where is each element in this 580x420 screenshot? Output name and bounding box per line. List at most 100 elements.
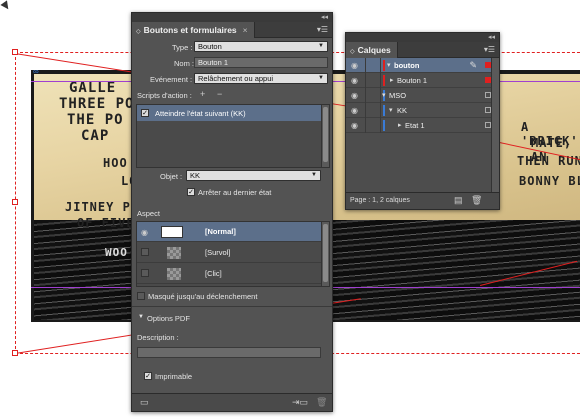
layer-color (383, 60, 385, 71)
pdf-options-label[interactable]: Options PDF (147, 314, 190, 323)
layer-name: KK (397, 106, 408, 115)
layers-status: Page : 1, 2 calques (350, 197, 410, 204)
layer-row-mso[interactable]: ◉ ▾ MSO (346, 88, 499, 103)
link-icon: ∞ (33, 67, 39, 76)
layer-name: Etat 1 (405, 121, 425, 130)
chevron-right-icon[interactable]: ▸ (390, 76, 394, 84)
convert-icon[interactable]: ⇥▭ (292, 397, 308, 408)
eye-icon[interactable]: ◉ (141, 228, 148, 237)
preview-icon[interactable]: ▭ (140, 397, 149, 408)
layers-list: ◉ ▾ bouton ✎ ◉ ▸ Bouton 1 ◉ ▾ MSO ◉ ▾ KK… (346, 58, 499, 194)
layer-row-kk[interactable]: ◉ ▾ KK (346, 103, 499, 118)
chevron-down-icon: ▼ (318, 75, 324, 81)
tab-title: Calques (357, 45, 391, 55)
hidden-until-trigger-label: Masqué jusqu'au déclenchement (148, 292, 258, 301)
chevron-down-icon: ▼ (311, 172, 317, 178)
chevron-down-icon: ▼ (318, 43, 324, 49)
column-separator (365, 103, 366, 118)
action-list[interactable]: ✓ Atteindre l'état suivant (KK) (136, 104, 330, 168)
chevron-down-icon[interactable]: ▾ (389, 106, 393, 114)
close-icon[interactable]: × (243, 25, 248, 35)
remove-action-button[interactable]: − (217, 89, 222, 99)
state-row-hover[interactable]: [Survol] (137, 243, 322, 263)
event-select[interactable]: Relâchement ou appui ▼ (194, 73, 328, 84)
hidden-until-trigger-checkbox[interactable] (137, 292, 145, 300)
layer-name: MSO (389, 91, 407, 100)
divider (132, 306, 332, 307)
column-separator (365, 88, 366, 103)
tab-buttons-forms[interactable]: ◇ Boutons et formulaires × (132, 22, 255, 38)
eye-icon[interactable]: ◉ (351, 76, 358, 85)
layer-name: Bouton 1 (397, 76, 428, 85)
stop-at-last-checkbox[interactable]: ✓ (187, 188, 195, 196)
object-value: KK (190, 171, 201, 180)
column-separator (365, 73, 366, 88)
action-checkbox[interactable]: ✓ (141, 109, 149, 117)
state-row-normal[interactable]: ◉ [Normal] (137, 222, 322, 242)
column-separator (380, 88, 381, 103)
chevron-right-icon[interactable]: ▸ (398, 121, 402, 129)
layers-panel: ◂◂ ◇ Calques ▾☰ ◉ ▾ bouton ✎ ◉ ▸ Bouton 1 (345, 32, 500, 210)
new-layer-icon[interactable]: ▤ (454, 195, 463, 206)
state-checkbox[interactable] (141, 248, 149, 256)
state-row-click[interactable]: [Clic] (137, 264, 322, 284)
panel-tabbar: ◇ Boutons et formulaires × ▾☰ (132, 22, 332, 38)
scrollbar[interactable] (321, 105, 329, 167)
chevron-down-icon[interactable]: ▼ (138, 314, 144, 320)
action-item[interactable]: ✓ Atteindre l'état suivant (KK) (137, 105, 322, 121)
column-separator (380, 118, 381, 133)
states-list: ◉ [Normal] [Survol] [Clic] (136, 221, 330, 287)
description-field[interactable] (137, 347, 321, 358)
layer-row-etat-1[interactable]: ◉ ▸ Etat 1 (346, 118, 499, 133)
layer-row-bouton[interactable]: ◉ ▾ bouton ✎ (346, 58, 499, 73)
printable-checkbox[interactable]: ✓ (144, 372, 152, 380)
scrollbar-thumb[interactable] (323, 107, 328, 162)
chevron-down-icon[interactable]: ▾ (387, 61, 391, 69)
column-separator (365, 118, 366, 133)
state-checkbox[interactable] (141, 269, 149, 277)
add-action-button[interactable]: + (200, 89, 205, 99)
state-thumbnail (167, 268, 181, 280)
state-name: [Survol] (205, 248, 231, 257)
column-separator (365, 58, 366, 73)
eye-icon[interactable]: ◉ (351, 106, 358, 115)
trash-icon[interactable]: 🗑 (471, 195, 482, 206)
panel-menu-icon[interactable]: ▾☰ (317, 25, 328, 34)
trash-icon[interactable]: 🗑 (316, 397, 327, 408)
panel-footer: ▭ ⇥▭ 🗑 (132, 393, 332, 411)
action-scripts-label: Scripts d'action : (137, 91, 192, 100)
event-label: Evénement : (150, 75, 193, 84)
panel-menu-icon[interactable]: ▾☰ (484, 45, 495, 54)
tab-title: Boutons et formulaires (143, 25, 237, 35)
grip-icon: ◇ (350, 49, 355, 55)
printable-label: Imprimable (155, 372, 193, 381)
type-value: Bouton (198, 42, 222, 51)
layer-color (383, 120, 385, 131)
resize-handle[interactable] (12, 199, 18, 205)
state-thumbnail (161, 226, 183, 238)
layer-row-bouton-1[interactable]: ◉ ▸ Bouton 1 (346, 73, 499, 88)
name-field[interactable]: Bouton 1 (194, 57, 328, 68)
scrollbar[interactable] (491, 58, 499, 194)
panel-topbar: ◂◂ (346, 33, 499, 42)
column-separator (380, 103, 381, 118)
scrollbar[interactable] (321, 222, 329, 286)
chevron-down-icon[interactable]: ▾ (382, 91, 386, 99)
state-name: [Normal] (205, 227, 236, 236)
pen-icon: ✎ (469, 60, 477, 70)
type-select[interactable]: Bouton ▼ (194, 41, 328, 52)
collapse-icon[interactable]: ◂◂ (488, 33, 495, 42)
eye-icon[interactable]: ◉ (351, 91, 358, 100)
eye-icon[interactable]: ◉ (351, 121, 358, 130)
resize-handle[interactable] (12, 49, 18, 55)
action-item-label: Atteindre l'état suivant (KK) (155, 109, 246, 118)
eye-icon[interactable]: ◉ (351, 61, 358, 70)
document-canvas[interactable]: GALLE THREE PO THE PO CAP HOO LO JITNEY … (0, 0, 580, 420)
column-separator (380, 73, 381, 88)
resize-handle[interactable] (12, 350, 18, 356)
scrollbar-thumb[interactable] (323, 224, 328, 282)
object-select[interactable]: KK ▼ (186, 170, 321, 181)
collapse-icon[interactable]: ◂◂ (321, 13, 328, 22)
panel-topbar: ◂◂ (132, 13, 332, 22)
tab-layers[interactable]: ◇ Calques (346, 42, 398, 58)
